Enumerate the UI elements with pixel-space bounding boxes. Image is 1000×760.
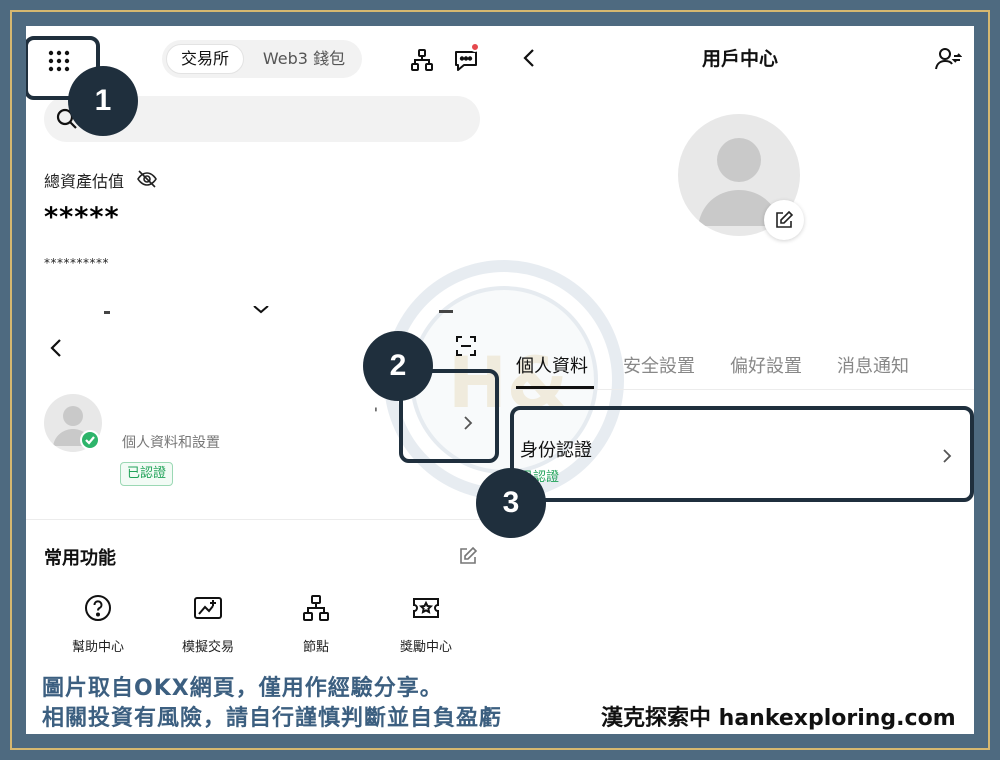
verified-badge: 已認證 — [120, 462, 174, 486]
node-label: 節點 — [302, 640, 329, 655]
page-title: 用戶中心 — [701, 48, 778, 70]
tab-notifications[interactable]: 消息通知 — [837, 352, 909, 378]
annotation-step-3: 3 — [476, 468, 546, 538]
cropped-name: ' — [374, 406, 378, 422]
disclaimer-line-2: 相關投資有風險，請自行謹慎判斷並自負盈虧 — [42, 706, 503, 731]
help-icon — [85, 595, 111, 621]
annotation-box-3 — [510, 406, 974, 502]
switch-account-icon[interactable] — [934, 46, 962, 72]
assets-secondary-value: ********** — [44, 256, 109, 270]
demo-trading-icon — [194, 597, 222, 619]
divider — [26, 519, 496, 520]
common-functions-title: 常用功能 — [44, 548, 116, 569]
cropped-row — [44, 306, 484, 314]
demo-trading-button[interactable]: 模擬交易 — [160, 594, 256, 655]
rewards-icon — [413, 598, 439, 618]
rewards-center-button[interactable]: 獎勵中心 — [378, 594, 474, 655]
node-icon — [303, 595, 329, 621]
disclaimer-band: 圖片取自OKX網頁，僅用作經驗分享。 相關投資有風險，請自行謹慎判斷並自負盈虧 … — [26, 664, 974, 734]
tab-personal-info[interactable]: 個人資料 — [516, 352, 588, 378]
active-tab-indicator — [516, 386, 594, 389]
profile-tabs: 個人資料 安全設置 偏好設置 消息通知 — [512, 346, 974, 390]
network-icon[interactable] — [410, 48, 434, 72]
annotation-step-2: 2 — [363, 331, 433, 401]
screenshot-canvas: H& 交易所 Web3 錢包 幣對 總資產估值 ***** **** — [26, 26, 974, 734]
demo-trading-label: 模擬交易 — [181, 640, 234, 655]
brand-credit: 漢克探索中 hankexploring.com — [601, 706, 956, 731]
edit-icon[interactable] — [458, 546, 478, 566]
rewards-center-label: 獎勵中心 — [399, 640, 452, 655]
back-arrow-icon[interactable] — [46, 336, 68, 360]
verified-check-icon — [80, 430, 100, 450]
annotation-step-1: 1 — [68, 66, 138, 136]
total-assets-value: ***** — [44, 202, 120, 233]
tab-preferences[interactable]: 偏好設置 — [730, 352, 802, 378]
scan-icon[interactable] — [454, 334, 478, 358]
help-center-label: 幫助中心 — [71, 640, 124, 655]
avatar-edit-button[interactable] — [764, 200, 804, 240]
edit-icon — [776, 210, 794, 228]
tab-web3-wallet[interactable]: Web3 錢包 — [250, 40, 358, 78]
node-button[interactable]: 節點 — [268, 594, 364, 655]
disclaimer-line-1: 圖片取自OKX網頁，僅用作經驗分享。 — [42, 676, 443, 701]
tab-security-settings[interactable]: 安全設置 — [623, 352, 695, 378]
profile-subtitle[interactable]: 個人資料和設置 — [122, 432, 220, 452]
back-arrow-icon[interactable] — [520, 46, 540, 70]
total-assets-label: 總資產估值 — [44, 172, 125, 191]
tab-exchange[interactable]: 交易所 — [166, 40, 244, 78]
eye-off-icon[interactable] — [136, 168, 158, 190]
notification-dot — [470, 42, 480, 52]
mode-switch: 交易所 Web3 錢包 — [162, 40, 362, 78]
help-center-button[interactable]: 幫助中心 — [50, 594, 146, 655]
